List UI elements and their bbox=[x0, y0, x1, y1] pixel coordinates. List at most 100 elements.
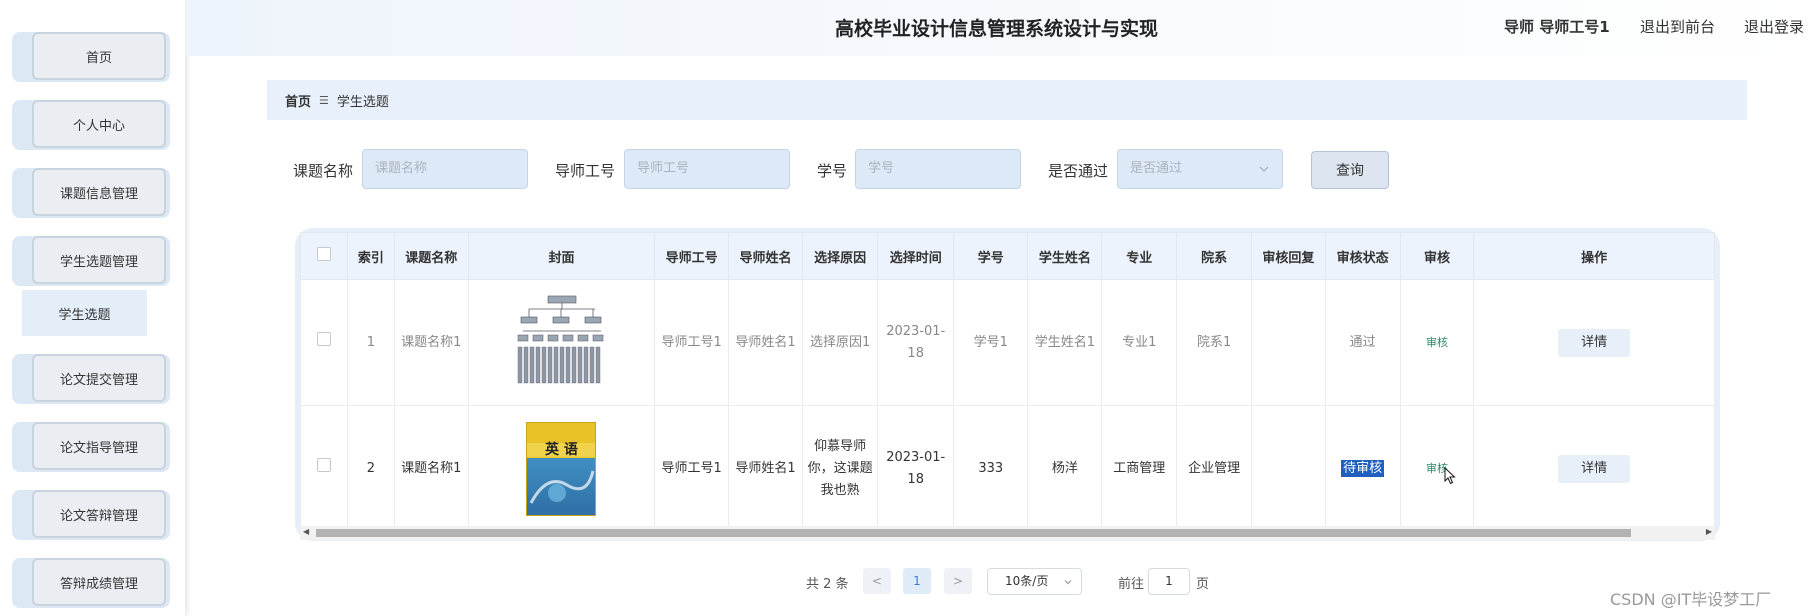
major-cell: 专业1 bbox=[1101, 279, 1178, 406]
teacher-no-input[interactable]: 导师工号 bbox=[624, 149, 790, 189]
breadcrumb-home[interactable]: 首页 bbox=[285, 91, 311, 110]
column-header: 索引 bbox=[347, 232, 395, 280]
goto-label: 前往 bbox=[1118, 577, 1145, 592]
row-checkbox-cell bbox=[299, 279, 349, 406]
college-cell: 企业管理 bbox=[1176, 405, 1253, 533]
teacher-no-label: 导师工号 bbox=[555, 162, 616, 180]
scrollbar-thumb[interactable] bbox=[316, 529, 1631, 537]
column-header: 学号 bbox=[953, 232, 1029, 280]
detail-button[interactable]: 详情 bbox=[1558, 328, 1631, 357]
sidebar-item-paper-submission[interactable]: 论文提交管理 bbox=[12, 354, 170, 404]
row-checkbox[interactable] bbox=[317, 331, 331, 346]
index-cell: 2 bbox=[347, 405, 395, 533]
page-unit-label: 页 bbox=[1196, 577, 1210, 592]
action-cell: 详情 bbox=[1473, 279, 1715, 406]
audit-link[interactable]: 审核 bbox=[1426, 336, 1448, 349]
sidebar-item-label: 论文答辩管理 bbox=[32, 490, 166, 538]
student-no-input[interactable]: 学号 bbox=[855, 149, 1021, 189]
reply-cell bbox=[1251, 405, 1326, 533]
column-header: 学生姓名 bbox=[1027, 232, 1103, 280]
index-cell: 1 bbox=[347, 279, 395, 406]
pagination-prev-button[interactable]: < bbox=[863, 568, 891, 594]
row-checkbox[interactable] bbox=[317, 458, 331, 472]
row-checkbox-cell bbox=[299, 405, 349, 533]
pagination-total: 共 2 条 bbox=[806, 577, 849, 592]
page-title: 高校毕业设计信息管理系统设计与实现 bbox=[835, 18, 1159, 40]
reply-cell bbox=[1251, 279, 1326, 406]
cover-image-org-chart bbox=[515, 292, 608, 385]
sidebar-item-paper-guidance[interactable]: 论文指导管理 bbox=[12, 422, 170, 472]
data-table-container: 索引 课题名称 封面 导师工号 导师姓名 选择原因 选择时间 学号 学生姓名 专… bbox=[295, 228, 1720, 541]
topic-name-label: 课题名称 bbox=[293, 162, 354, 180]
data-table: 索引 课题名称 封面 导师工号 导师姓名 选择原因 选择时间 学号 学生姓名 专… bbox=[299, 232, 1715, 533]
sidebar-item-profile[interactable]: 个人中心 bbox=[12, 100, 170, 150]
status-cell: 待审核 bbox=[1324, 405, 1401, 533]
sidebar-item-home[interactable]: 首页 bbox=[12, 32, 170, 82]
teacher-name-cell: 导师姓名1 bbox=[728, 279, 803, 406]
chevron-down-icon bbox=[1259, 166, 1269, 172]
student-name-cell: 杨洋 bbox=[1027, 405, 1103, 533]
cover-cell bbox=[467, 279, 656, 406]
column-header: 选择原因 bbox=[801, 232, 879, 280]
scroll-right-icon[interactable]: ▶ bbox=[1706, 527, 1712, 536]
select-all-cell bbox=[299, 232, 349, 280]
user-info: 导师 导师工号1 bbox=[1504, 18, 1610, 36]
college-cell: 院系1 bbox=[1176, 279, 1253, 406]
sidebar-item-label: 答辩成绩管理 bbox=[32, 558, 166, 606]
column-header: 审核 bbox=[1399, 232, 1475, 280]
goto-page-input[interactable]: 1 bbox=[1148, 568, 1190, 595]
cover-cell: 英 语 bbox=[467, 405, 656, 533]
student-name-cell: 学生姓名1 bbox=[1027, 279, 1103, 406]
page-size-select[interactable]: 10条/页 bbox=[987, 568, 1082, 595]
table-header-row: 索引 课题名称 封面 导师工号 导师姓名 选择原因 选择时间 学号 学生姓名 专… bbox=[299, 232, 1715, 280]
sidebar-item-topic-management[interactable]: 课题信息管理 bbox=[12, 168, 170, 218]
select-all-checkbox[interactable] bbox=[317, 247, 331, 261]
scroll-left-icon[interactable]: ◀ bbox=[303, 527, 309, 536]
topic-cell: 课题名称1 bbox=[393, 279, 469, 406]
query-button[interactable]: 查询 bbox=[1311, 151, 1389, 189]
column-header: 选择时间 bbox=[877, 232, 955, 280]
teacher-name-cell: 导师姓名1 bbox=[728, 405, 803, 533]
horizontal-scrollbar[interactable]: ◀ ▶ bbox=[300, 526, 1715, 540]
book-title-text: 英 语 bbox=[527, 443, 596, 457]
column-header: 院系 bbox=[1176, 232, 1253, 280]
sidebar-item-label: 论文指导管理 bbox=[32, 422, 166, 470]
cover-image-english-book: 英 语 bbox=[526, 422, 597, 516]
pagination-page-1[interactable]: 1 bbox=[903, 568, 931, 594]
sidebar-subitem-student-topic[interactable]: 学生选题 bbox=[22, 290, 147, 336]
audit-cell: 审核 bbox=[1399, 279, 1475, 406]
reason-cell: 仰慕导师你，这课题我也熟 bbox=[801, 405, 879, 533]
column-header: 专业 bbox=[1101, 232, 1178, 280]
sidebar-item-label: 学生选题管理 bbox=[32, 236, 166, 284]
topic-cell: 课题名称1 bbox=[393, 405, 469, 533]
column-header: 导师姓名 bbox=[728, 232, 803, 280]
menu-icon: ☰ bbox=[319, 93, 329, 107]
chevron-down-icon bbox=[1064, 580, 1072, 585]
page-size-value: 10条/页 bbox=[1005, 574, 1049, 588]
teacher-no-cell: 导师工号1 bbox=[654, 405, 730, 533]
pagination-next-button[interactable]: > bbox=[944, 568, 972, 594]
major-cell: 工商管理 bbox=[1101, 405, 1178, 533]
detail-button[interactable]: 详情 bbox=[1558, 455, 1631, 483]
sidebar-item-defense[interactable]: 论文答辩管理 bbox=[12, 490, 170, 540]
column-header: 审核状态 bbox=[1324, 232, 1401, 280]
book-decoration bbox=[530, 470, 595, 504]
student-no-cell: 333 bbox=[953, 405, 1029, 533]
teacher-no-cell: 导师工号1 bbox=[654, 279, 730, 406]
sidebar-item-defense-score[interactable]: 答辩成绩管理 bbox=[12, 558, 170, 608]
student-no-cell: 学号1 bbox=[953, 279, 1029, 406]
status-text-selected: 待审核 bbox=[1341, 460, 1385, 477]
pass-status-label: 是否通过 bbox=[1048, 162, 1109, 180]
logout-link[interactable]: 退出登录 bbox=[1744, 16, 1804, 37]
column-header: 操作 bbox=[1473, 232, 1715, 280]
breadcrumb: 首页 ☰ 学生选题 bbox=[267, 80, 1747, 120]
column-header: 导师工号 bbox=[654, 232, 730, 280]
topic-name-input[interactable]: 课题名称 bbox=[362, 149, 528, 189]
pass-status-select[interactable]: 是否通过 bbox=[1117, 149, 1283, 189]
sidebar: 首页 个人中心 课题信息管理 学生选题管理 学生选题 论文提交管理 论文指导管理… bbox=[0, 0, 185, 616]
back-to-front-link[interactable]: 退出到前台 bbox=[1640, 16, 1715, 37]
sidebar-item-label: 论文提交管理 bbox=[32, 354, 166, 402]
sidebar-item-label: 首页 bbox=[32, 32, 166, 80]
audit-cell: 审核 bbox=[1399, 405, 1475, 533]
sidebar-item-student-topic-management[interactable]: 学生选题管理 bbox=[12, 236, 170, 286]
